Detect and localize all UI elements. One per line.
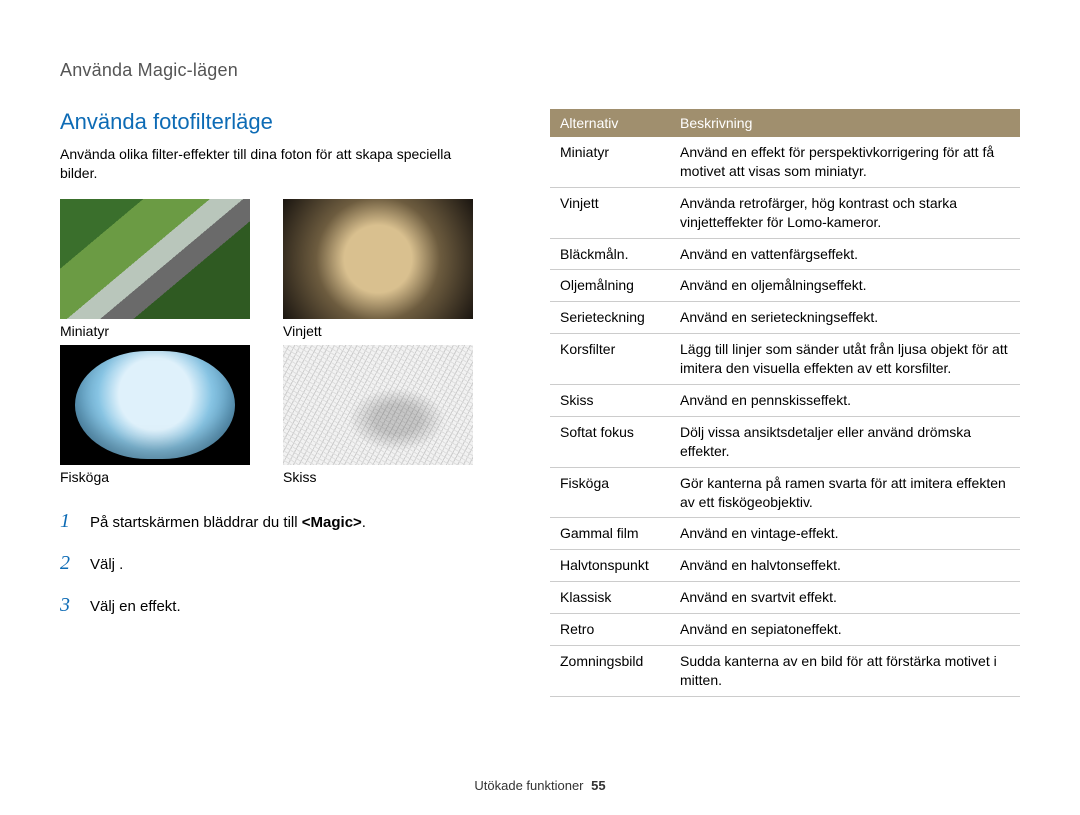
thumbnail-label: Vinjett — [283, 323, 490, 339]
table-row: Bläckmåln.Använd en vattenfärgseffekt. — [550, 238, 1020, 270]
step-number: 3 — [60, 591, 78, 619]
table-row: HalvtonspunktAnvänd en halvtonseffekt. — [550, 550, 1020, 582]
page-title: Använda fotofilterläge — [60, 109, 490, 135]
intro-paragraph: Använda olika filter-effekter till dina … — [60, 145, 490, 183]
desc-cell: Använd en oljemålningseffekt. — [670, 270, 1020, 302]
desc-cell: Använd en pennskisseffekt. — [670, 385, 1020, 417]
table-row: OljemålningAnvänd en oljemålningseffekt. — [550, 270, 1020, 302]
step-prefix: Välj — [90, 556, 115, 573]
opt-cell: Bläckmåln. — [550, 238, 670, 270]
step-prefix: På startskärmen bläddrar du till — [90, 514, 302, 531]
opt-cell: Zomningsbild — [550, 646, 670, 697]
desc-cell: Använda retrofärger, hög kontrast och st… — [670, 187, 1020, 238]
table-header-description: Beskrivning — [670, 109, 1020, 137]
step-suffix: . — [115, 556, 123, 573]
desc-cell: Använd en serieteckningseffekt. — [670, 302, 1020, 334]
content-columns: Använda fotofilterläge Använda olika fil… — [60, 109, 1020, 697]
step-number: 2 — [60, 549, 78, 577]
step-bold: <Magic> — [302, 514, 362, 531]
opt-cell: Skiss — [550, 385, 670, 417]
step-text: Välj . — [90, 554, 123, 575]
opt-cell: Oljemålning — [550, 270, 670, 302]
desc-cell: Använd en vintage-effekt. — [670, 518, 1020, 550]
table-row: SerieteckningAnvänd en serieteckningseff… — [550, 302, 1020, 334]
step-item: 1 På startskärmen bläddrar du till <Magi… — [60, 507, 490, 535]
thumbnail-grid: Miniatyr Vinjett Fisköga Skiss — [60, 199, 490, 485]
opt-cell: Miniatyr — [550, 137, 670, 187]
options-table: Alternativ Beskrivning MiniatyrAnvänd en… — [550, 109, 1020, 697]
miniature-image — [60, 199, 250, 319]
desc-cell: Gör kanterna på ramen svarta för att imi… — [670, 467, 1020, 518]
steps-list: 1 På startskärmen bläddrar du till <Magi… — [60, 507, 490, 619]
table-header-option: Alternativ — [550, 109, 670, 137]
opt-cell: Vinjett — [550, 187, 670, 238]
table-row: KlassiskAnvänd en svartvit effekt. — [550, 582, 1020, 614]
thumbnail-label: Skiss — [283, 469, 490, 485]
table-row: Gammal filmAnvänd en vintage-effekt. — [550, 518, 1020, 550]
thumbnail-sketch: Skiss — [283, 345, 490, 485]
desc-cell: Använd en sepiatoneffekt. — [670, 614, 1020, 646]
opt-cell: Retro — [550, 614, 670, 646]
table-body: MiniatyrAnvänd en effekt för perspektivk… — [550, 137, 1020, 696]
step-prefix: Välj en effekt. — [90, 598, 181, 615]
step-suffix: . — [362, 514, 366, 531]
desc-cell: Använd en vattenfärgseffekt. — [670, 238, 1020, 270]
opt-cell: Korsfilter — [550, 334, 670, 385]
left-column: Använda fotofilterläge Använda olika fil… — [60, 109, 490, 697]
table-row: FiskögaGör kanterna på ramen svarta för … — [550, 467, 1020, 518]
right-column: Alternativ Beskrivning MiniatyrAnvänd en… — [550, 109, 1020, 697]
table-row: ZomningsbildSudda kanterna av en bild fö… — [550, 646, 1020, 697]
fisheye-image — [60, 345, 250, 465]
sketch-image — [283, 345, 473, 465]
step-item: 2 Välj . — [60, 549, 490, 577]
opt-cell: Serieteckning — [550, 302, 670, 334]
step-item: 3 Välj en effekt. — [60, 591, 490, 619]
opt-cell: Gammal film — [550, 518, 670, 550]
table-row: RetroAnvänd en sepiatoneffekt. — [550, 614, 1020, 646]
desc-cell: Sudda kanterna av en bild för att förstä… — [670, 646, 1020, 697]
footer-text: Utökade funktioner — [474, 778, 583, 793]
page-number: 55 — [591, 778, 605, 793]
thumbnail-label: Miniatyr — [60, 323, 267, 339]
table-row: KorsfilterLägg till linjer som sänder ut… — [550, 334, 1020, 385]
table-row: SkissAnvänd en pennskisseffekt. — [550, 385, 1020, 417]
step-number: 1 — [60, 507, 78, 535]
desc-cell: Använd en halvtonseffekt. — [670, 550, 1020, 582]
opt-cell: Fisköga — [550, 467, 670, 518]
table-row: Softat fokusDölj vissa ansiktsdetaljer e… — [550, 416, 1020, 467]
step-text: Välj en effekt. — [90, 596, 181, 617]
desc-cell: Använd en svartvit effekt. — [670, 582, 1020, 614]
thumbnail-vignette: Vinjett — [283, 199, 490, 339]
opt-cell: Klassisk — [550, 582, 670, 614]
table-row: VinjettAnvända retrofärger, hög kontrast… — [550, 187, 1020, 238]
vignette-image — [283, 199, 473, 319]
thumbnail-miniature: Miniatyr — [60, 199, 267, 339]
thumbnail-label: Fisköga — [60, 469, 267, 485]
opt-cell: Softat fokus — [550, 416, 670, 467]
desc-cell: Lägg till linjer som sänder utåt från lj… — [670, 334, 1020, 385]
section-header: Använda Magic-lägen — [60, 60, 1020, 81]
table-row: MiniatyrAnvänd en effekt för perspektivk… — [550, 137, 1020, 187]
page-footer: Utökade funktioner 55 — [0, 778, 1080, 793]
step-text: På startskärmen bläddrar du till <Magic>… — [90, 512, 366, 533]
desc-cell: Använd en effekt för perspektivkorrigeri… — [670, 137, 1020, 187]
desc-cell: Dölj vissa ansiktsdetaljer eller använd … — [670, 416, 1020, 467]
opt-cell: Halvtonspunkt — [550, 550, 670, 582]
thumbnail-fisheye: Fisköga — [60, 345, 267, 485]
